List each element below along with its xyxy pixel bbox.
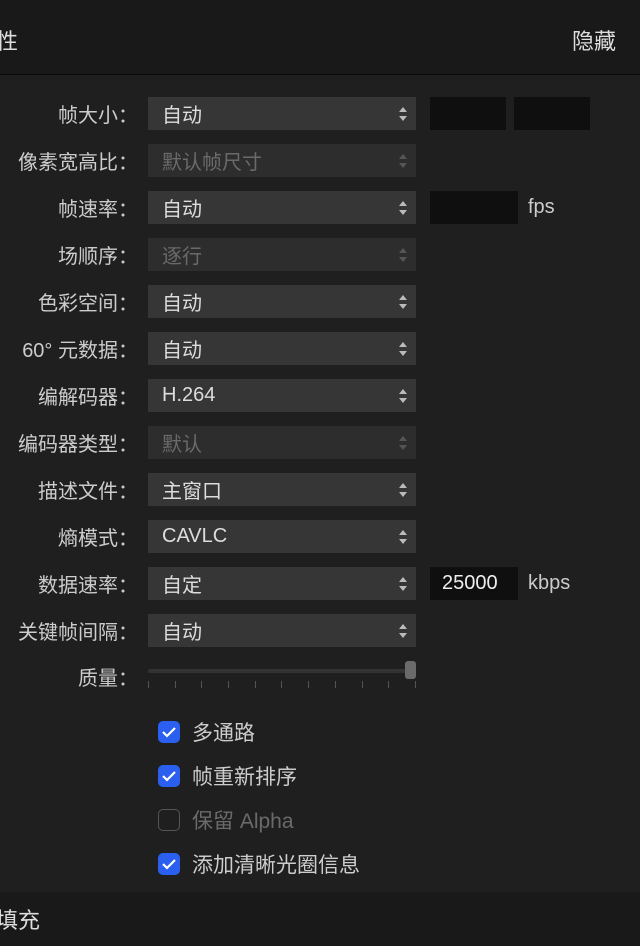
label-360-metadata: 60° 元数据：	[0, 334, 148, 363]
row-360-metadata: 60° 元数据： 自动	[0, 332, 640, 365]
updown-icon	[398, 295, 408, 309]
settings-content: 帧大小： 自动 像素宽高比： 默认帧尺寸 帧速率： 自动 fps 场顺序： 逐行…	[0, 75, 640, 879]
select-entropy-mode[interactable]: CAVLC	[148, 520, 416, 553]
label-encoder-type: 编码器类型：	[0, 428, 148, 457]
row-field-order: 场顺序： 逐行	[0, 238, 640, 271]
slider-ticks	[148, 681, 416, 688]
hide-button[interactable]: 隐藏	[572, 24, 616, 56]
select-value: 自定	[162, 569, 202, 598]
input-fps[interactable]	[430, 191, 518, 224]
checkbox-frame-reorder[interactable]: 帧重新排序	[158, 761, 640, 791]
label-quality: 质量：	[0, 662, 148, 691]
select-value: 逐行	[162, 240, 202, 269]
updown-icon	[398, 201, 408, 215]
row-profile: 描述文件： 主窗口	[0, 473, 640, 506]
label-frame-size: 帧大小：	[0, 99, 148, 128]
updown-icon	[398, 530, 408, 544]
footer-section: 填充	[0, 892, 640, 946]
label-pixel-aspect: 像素宽高比：	[0, 146, 148, 175]
updown-icon	[398, 248, 408, 262]
select-value: 主窗口	[162, 475, 222, 504]
updown-icon	[398, 389, 408, 403]
select-value: 默认	[162, 428, 202, 457]
checkbox-label: 帧重新排序	[192, 761, 297, 791]
select-360-metadata[interactable]: 自动	[148, 332, 416, 365]
input-height[interactable]	[514, 97, 590, 130]
row-frame-rate: 帧速率： 自动 fps	[0, 191, 640, 224]
select-value: 自动	[162, 99, 202, 128]
label-codec: 编解码器：	[0, 381, 148, 410]
checkbox-keep-alpha: 保留 Alpha	[158, 805, 640, 835]
updown-icon	[398, 624, 408, 638]
label-profile: 描述文件：	[0, 475, 148, 504]
row-codec: 编解码器： H.264	[0, 379, 640, 412]
select-data-rate[interactable]: 自定	[148, 567, 416, 600]
check-icon	[158, 809, 180, 831]
label-color-space: 色彩空间：	[0, 287, 148, 316]
select-value: 自动	[162, 334, 202, 363]
select-value: 默认帧尺寸	[162, 146, 262, 175]
select-encoder-type: 默认	[148, 426, 416, 459]
unit-fps: fps	[528, 196, 555, 219]
row-data-rate: 数据速率： 自定 25000 kbps	[0, 567, 640, 600]
slider-track	[148, 669, 416, 673]
check-icon	[158, 765, 180, 787]
row-entropy-mode: 熵模式： CAVLC	[0, 520, 640, 553]
select-frame-rate[interactable]: 自动	[148, 191, 416, 224]
label-entropy-mode: 熵模式：	[0, 522, 148, 551]
updown-icon	[398, 154, 408, 168]
select-codec[interactable]: H.264	[148, 379, 416, 412]
select-field-order: 逐行	[148, 238, 416, 271]
row-quality: 质量：	[0, 661, 640, 691]
updown-icon	[398, 436, 408, 450]
select-value: CAVLC	[162, 525, 227, 548]
select-keyframe-interval[interactable]: 自动	[148, 614, 416, 647]
row-color-space: 色彩空间： 自动	[0, 285, 640, 318]
label-frame-rate: 帧速率：	[0, 193, 148, 222]
select-frame-size[interactable]: 自动	[148, 97, 416, 130]
panel-header: 性 隐藏	[0, 0, 640, 74]
select-pixel-aspect: 默认帧尺寸	[148, 144, 416, 177]
label-keyframe-interval: 关键帧间隔：	[0, 616, 148, 645]
check-icon	[158, 853, 180, 875]
select-value: 自动	[162, 616, 202, 645]
select-profile[interactable]: 主窗口	[148, 473, 416, 506]
slider-quality[interactable]	[148, 661, 416, 691]
panel-title: 性	[0, 24, 18, 56]
unit-kbps: kbps	[528, 572, 570, 595]
select-value: H.264	[162, 384, 215, 407]
checkbox-clean-aperture[interactable]: 添加清晰光圈信息	[158, 849, 640, 879]
row-encoder-type: 编码器类型： 默认	[0, 426, 640, 459]
label-data-rate: 数据速率：	[0, 569, 148, 598]
check-icon	[158, 721, 180, 743]
row-keyframe-interval: 关键帧间隔： 自动	[0, 614, 640, 647]
checkbox-label: 保留 Alpha	[192, 805, 294, 835]
row-frame-size: 帧大小： 自动	[0, 97, 640, 130]
updown-icon	[398, 483, 408, 497]
select-color-space[interactable]: 自动	[148, 285, 416, 318]
checkbox-label: 添加清晰光圈信息	[192, 849, 360, 879]
updown-icon	[398, 107, 408, 121]
updown-icon	[398, 577, 408, 591]
updown-icon	[398, 342, 408, 356]
select-value: 自动	[162, 287, 202, 316]
checkbox-multipass[interactable]: 多通路	[158, 717, 640, 747]
label-field-order: 场顺序：	[0, 240, 148, 269]
checkbox-group: 多通路 帧重新排序 保留 Alpha 添加清晰光圈信息	[0, 705, 640, 879]
row-pixel-aspect: 像素宽高比： 默认帧尺寸	[0, 144, 640, 177]
input-data-rate[interactable]: 25000	[430, 567, 518, 600]
select-value: 自动	[162, 193, 202, 222]
checkbox-label: 多通路	[192, 717, 255, 747]
input-width[interactable]	[430, 97, 506, 130]
slider-thumb[interactable]	[405, 661, 416, 679]
footer-title: 填充	[0, 903, 40, 935]
